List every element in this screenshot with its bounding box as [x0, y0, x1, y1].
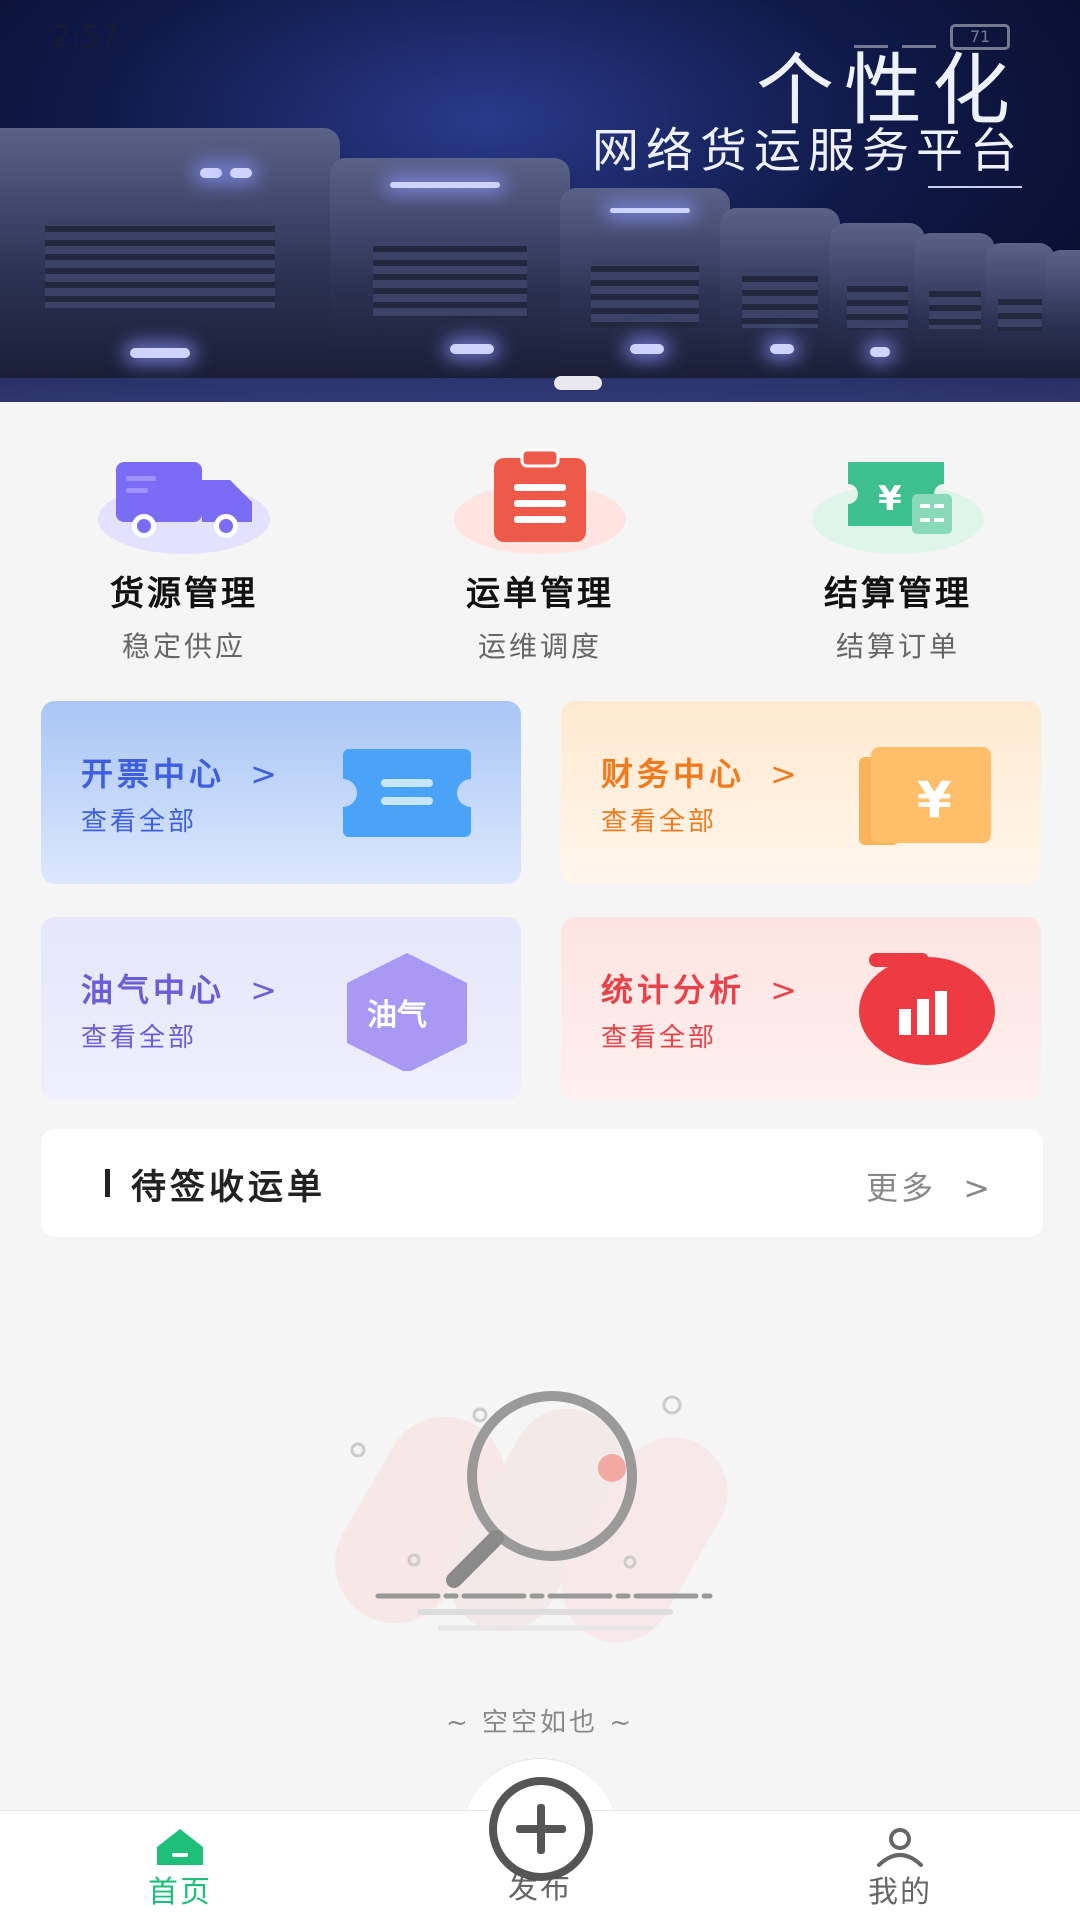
card-title-text: 财务中心 — [601, 755, 746, 793]
card-invoice-center[interactable]: 开票中心 > 查看全部 — [41, 701, 521, 884]
svg-text:油气: 油气 — [367, 998, 427, 1033]
quick-menu: 货源管理 稳定供应 运单管理 运维调度 ¥ 结算管理 结算订单 — [0, 440, 1080, 663]
home-icon — [155, 1827, 205, 1867]
quick-item-waybill[interactable]: 运单管理 运维调度 — [420, 440, 660, 665]
clipboard-icon — [450, 440, 630, 554]
truck-image — [915, 233, 995, 378]
banner-subtitle: 网络货运服务平台 — [592, 124, 1024, 179]
truck-image — [330, 158, 570, 378]
card-oil-gas-center[interactable]: 油气中心 > 查看全部 油气 — [41, 917, 521, 1100]
section-title: 待签收运单 — [131, 1168, 327, 1208]
card-statistics[interactable]: 统计分析 > 查看全部 — [561, 917, 1041, 1100]
card-sub: 查看全部 — [81, 807, 198, 837]
quick-item-label: 结算管理 — [824, 574, 972, 614]
nav-label: 首页 — [148, 1875, 212, 1910]
empty-state-illustration — [330, 1370, 750, 1670]
svg-text:¥: ¥ — [878, 479, 902, 519]
section-title-bar — [105, 1169, 110, 1197]
quick-item-sub: 结算订单 — [835, 630, 960, 663]
user-icon — [875, 1827, 925, 1867]
card-title-text: 统计分析 — [601, 971, 746, 1009]
chevron-right-icon: > — [770, 755, 801, 793]
chevron-right-icon: > — [770, 971, 801, 1009]
invoice-ticket-icon — [339, 739, 475, 849]
quick-item-label: 货源管理 — [110, 574, 258, 614]
truck-image — [0, 128, 340, 378]
truck-image — [1045, 250, 1080, 378]
yen-wallet-icon: ¥ — [859, 739, 995, 849]
truck-image — [720, 208, 840, 378]
truck-image — [830, 223, 925, 378]
quick-item-label: 运单管理 — [466, 574, 614, 614]
plus-circle-icon[interactable] — [488, 1776, 594, 1882]
card-title: 财务中心 > — [601, 749, 801, 795]
card-sub: 查看全部 — [601, 807, 718, 837]
bar-chart-icon — [859, 953, 995, 1065]
nav-home[interactable]: 首页 — [80, 1811, 280, 1911]
chevron-right-icon: > — [963, 1169, 993, 1207]
truck-image — [560, 188, 730, 378]
more-link[interactable]: 更多 > — [866, 1163, 993, 1209]
nav-mine[interactable]: 我的 — [800, 1811, 1000, 1911]
quick-item-sub: 运维调度 — [477, 630, 602, 663]
card-title-text: 油气中心 — [81, 971, 226, 1009]
svg-text:¥: ¥ — [917, 771, 952, 829]
carousel-indicator[interactable] — [554, 376, 602, 390]
quick-item-settlement[interactable]: ¥ 结算管理 结算订单 — [778, 440, 1018, 665]
empty-state-text: ~ 空空如也 ~ — [445, 1708, 635, 1738]
pending-waybill-section-header: 待签收运单 更多 > — [41, 1129, 1043, 1237]
card-title: 统计分析 > — [601, 965, 801, 1011]
chevron-right-icon: > — [250, 755, 281, 793]
chevron-right-icon: > — [250, 971, 281, 1009]
quick-item-sub: 稳定供应 — [121, 630, 246, 663]
more-link-label: 更多 — [866, 1169, 937, 1207]
nav-label: 我的 — [868, 1875, 932, 1910]
truck-icon — [94, 440, 274, 554]
card-title: 开票中心 > — [81, 749, 281, 795]
yen-ticket-icon: ¥ — [808, 440, 988, 554]
banner-carousel[interactable]: 2:57 71 个性化 网络货运服务平台 — [0, 0, 1080, 402]
oil-gas-hexagon-icon: 油气 — [339, 951, 475, 1073]
quick-item-cargo-source[interactable]: 货源管理 稳定供应 — [64, 440, 304, 665]
card-title-text: 开票中心 — [81, 755, 226, 793]
card-sub: 查看全部 — [601, 1023, 718, 1053]
card-sub: 查看全部 — [81, 1023, 198, 1053]
card-title: 油气中心 > — [81, 965, 281, 1011]
banner-divider — [928, 186, 1022, 188]
card-finance-center[interactable]: 财务中心 > 查看全部 ¥ — [561, 701, 1041, 884]
status-time: 2:57 — [52, 20, 120, 55]
